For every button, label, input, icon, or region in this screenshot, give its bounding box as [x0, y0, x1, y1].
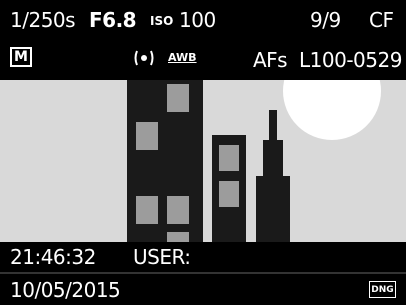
capture-date: 10/05/2015 [10, 278, 121, 302]
left-building [127, 80, 203, 242]
iso-label: ISO [150, 14, 174, 28]
window [219, 181, 239, 207]
image-preview [0, 80, 406, 242]
user-profile-label: USER: [133, 245, 191, 269]
capture-time: 21:46:32 [10, 245, 96, 269]
window [167, 84, 189, 112]
frame-counter: 9/9 [310, 8, 341, 32]
settings-bar: M AWB AFs L100-0529 [0, 40, 406, 80]
aperture: F6.8 [89, 8, 137, 32]
window [167, 232, 189, 242]
file-format-label: DNG [371, 284, 394, 295]
sun [283, 80, 381, 140]
window [167, 196, 189, 224]
tower-base [256, 176, 290, 242]
middle-building [212, 135, 246, 242]
date-format-bar: 10/05/2015 DNG [0, 274, 406, 305]
window [219, 145, 239, 171]
shutter-speed: 1/250s [10, 8, 76, 32]
spot-metering-icon [133, 50, 155, 66]
time-user-bar: 21:46:32 USER: [0, 242, 406, 272]
focus-mode: AFs [253, 48, 288, 72]
top-status-bar: 1/250s F6.8 ISO 100 9/9 CF [0, 0, 406, 40]
file-format-badge: DNG [369, 281, 396, 298]
tower-spire [269, 110, 277, 140]
exposure-mode-label: M [14, 49, 28, 65]
white-balance: AWB [168, 51, 197, 64]
window [136, 122, 158, 150]
window [136, 196, 158, 224]
tower-upper [263, 140, 283, 176]
card-indicator: CF [369, 8, 394, 32]
exposure-mode-badge: M [10, 47, 32, 67]
file-number: L100-0529 [299, 48, 402, 72]
iso-value: 100 [179, 8, 216, 32]
